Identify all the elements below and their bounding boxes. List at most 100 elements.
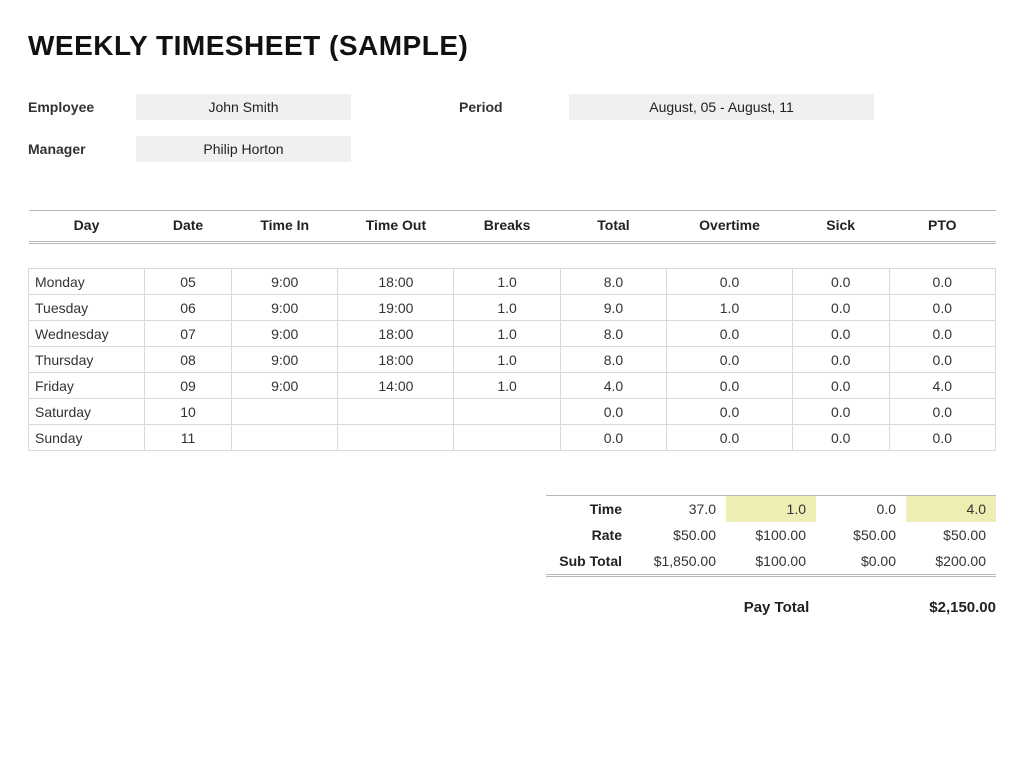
cell-time-in: 9:00 xyxy=(232,373,338,399)
cell-pto: 0.0 xyxy=(889,425,995,451)
summary-table: Time 37.0 1.0 0.0 4.0 Rate $50.00 $100.0… xyxy=(546,495,996,577)
cell-overtime: 0.0 xyxy=(667,399,793,425)
table-row: Monday059:0018:001.08.00.00.00.0 xyxy=(29,269,996,295)
summary-rate-label: Rate xyxy=(546,522,636,548)
cell-total: 9.0 xyxy=(560,295,666,321)
cell-time-in: 9:00 xyxy=(232,347,338,373)
paytotal-value: $2,150.00 xyxy=(929,599,996,616)
col-overtime: Overtime xyxy=(667,211,793,243)
cell-total: 8.0 xyxy=(560,321,666,347)
cell-pto: 0.0 xyxy=(889,321,995,347)
summary-subtotal-pto: $200.00 xyxy=(906,548,996,576)
cell-day: Thursday xyxy=(29,347,145,373)
page-title: WEEKLY TIMESHEET (SAMPLE) xyxy=(28,30,996,62)
cell-total: 8.0 xyxy=(560,269,666,295)
cell-breaks: 1.0 xyxy=(454,295,560,321)
col-day: Day xyxy=(29,211,145,243)
col-total: Total xyxy=(560,211,666,243)
cell-pto: 0.0 xyxy=(889,399,995,425)
summary-subtotal-row: Sub Total $1,850.00 $100.00 $0.00 $200.0… xyxy=(546,548,996,576)
table-row: Wednesday079:0018:001.08.00.00.00.0 xyxy=(29,321,996,347)
table-header-row: Day Date Time In Time Out Breaks Total O… xyxy=(29,211,996,243)
cell-time-out: 19:00 xyxy=(338,295,454,321)
cell-day: Saturday xyxy=(29,399,145,425)
col-breaks: Breaks xyxy=(454,211,560,243)
cell-time-out xyxy=(338,399,454,425)
cell-breaks: 1.0 xyxy=(454,321,560,347)
cell-day: Monday xyxy=(29,269,145,295)
manager-label: Manager xyxy=(28,141,136,157)
cell-date: 08 xyxy=(145,347,232,373)
summary-subtotal-overtime: $100.00 xyxy=(726,548,816,576)
cell-total: 0.0 xyxy=(560,399,666,425)
timesheet-table: Day Date Time In Time Out Breaks Total O… xyxy=(28,210,996,451)
cell-breaks xyxy=(454,399,560,425)
cell-date: 09 xyxy=(145,373,232,399)
cell-date: 06 xyxy=(145,295,232,321)
cell-breaks: 1.0 xyxy=(454,347,560,373)
cell-sick: 0.0 xyxy=(792,321,889,347)
summary-rate-row: Rate $50.00 $100.00 $50.00 $50.00 xyxy=(546,522,996,548)
cell-total: 0.0 xyxy=(560,425,666,451)
cell-time-in xyxy=(232,425,338,451)
cell-time-out: 14:00 xyxy=(338,373,454,399)
cell-date: 05 xyxy=(145,269,232,295)
cell-date: 10 xyxy=(145,399,232,425)
cell-time-in: 9:00 xyxy=(232,295,338,321)
cell-time-out: 18:00 xyxy=(338,321,454,347)
cell-time-in: 9:00 xyxy=(232,269,338,295)
table-row: Saturday100.00.00.00.0 xyxy=(29,399,996,425)
period-label: Period xyxy=(459,99,569,115)
cell-breaks xyxy=(454,425,560,451)
cell-day: Wednesday xyxy=(29,321,145,347)
cell-time-out: 18:00 xyxy=(338,347,454,373)
cell-overtime: 0.0 xyxy=(667,425,793,451)
cell-time-out xyxy=(338,425,454,451)
cell-breaks: 1.0 xyxy=(454,373,560,399)
cell-sick: 0.0 xyxy=(792,373,889,399)
cell-sick: 0.0 xyxy=(792,269,889,295)
cell-pto: 4.0 xyxy=(889,373,995,399)
summary-time-row: Time 37.0 1.0 0.0 4.0 xyxy=(546,496,996,523)
col-sick: Sick xyxy=(792,211,889,243)
employee-label: Employee xyxy=(28,99,136,115)
cell-pto: 0.0 xyxy=(889,295,995,321)
cell-pto: 0.0 xyxy=(889,269,995,295)
col-time-in: Time In xyxy=(232,211,338,243)
paytotal-label: Pay Total xyxy=(744,599,810,616)
summary-time-sick: 0.0 xyxy=(816,496,906,523)
cell-time-in: 9:00 xyxy=(232,321,338,347)
cell-total: 4.0 xyxy=(560,373,666,399)
summary-rate-total: $50.00 xyxy=(636,522,726,548)
col-date: Date xyxy=(145,211,232,243)
cell-sick: 0.0 xyxy=(792,425,889,451)
employee-value: John Smith xyxy=(136,94,351,120)
cell-date: 11 xyxy=(145,425,232,451)
cell-breaks: 1.0 xyxy=(454,269,560,295)
summary-rate-sick: $50.00 xyxy=(816,522,906,548)
summary-time-label: Time xyxy=(546,496,636,523)
cell-day: Friday xyxy=(29,373,145,399)
table-row: Thursday089:0018:001.08.00.00.00.0 xyxy=(29,347,996,373)
summary-time-total: 37.0 xyxy=(636,496,726,523)
manager-value: Philip Horton xyxy=(136,136,351,162)
col-pto: PTO xyxy=(889,211,995,243)
cell-overtime: 0.0 xyxy=(667,321,793,347)
summary-subtotal-sick: $0.00 xyxy=(816,548,906,576)
table-row: Tuesday069:0019:001.09.01.00.00.0 xyxy=(29,295,996,321)
spacer-row xyxy=(29,243,996,269)
col-time-out: Time Out xyxy=(338,211,454,243)
cell-sick: 0.0 xyxy=(792,399,889,425)
summary-rate-pto: $50.00 xyxy=(906,522,996,548)
summary-time-pto: 4.0 xyxy=(906,496,996,523)
cell-overtime: 0.0 xyxy=(667,347,793,373)
cell-date: 07 xyxy=(145,321,232,347)
cell-overtime: 0.0 xyxy=(667,373,793,399)
cell-pto: 0.0 xyxy=(889,347,995,373)
period-value: August, 05 - August, 11 xyxy=(569,94,874,120)
summary-subtotal-label: Sub Total xyxy=(546,548,636,576)
table-row: Friday099:0014:001.04.00.00.04.0 xyxy=(29,373,996,399)
cell-overtime: 1.0 xyxy=(667,295,793,321)
cell-sick: 0.0 xyxy=(792,295,889,321)
summary-time-overtime: 1.0 xyxy=(726,496,816,523)
